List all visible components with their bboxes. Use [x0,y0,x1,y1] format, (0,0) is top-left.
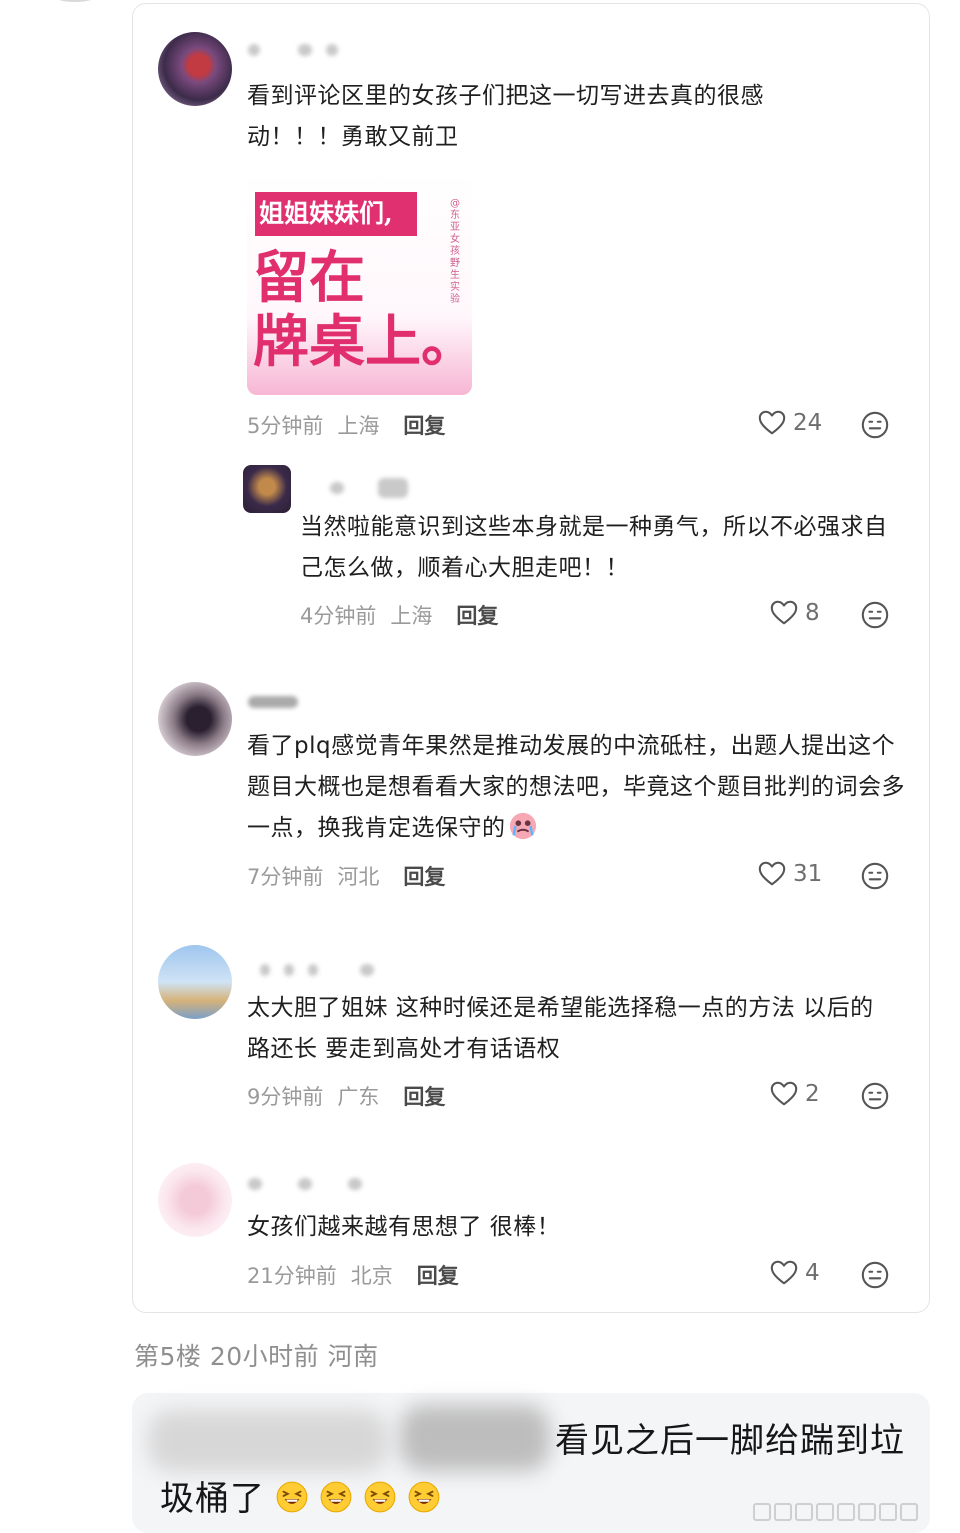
heart-icon [757,859,787,889]
comment-text: 看到评论区里的女孩子们把这一切写进去真的很感动！！！勇敢又前卫 [247,83,764,150]
emoji-face-icon[interactable] [860,1260,890,1290]
like-count: 8 [805,600,820,626]
decorative-blob [55,0,95,2]
comment-location: 广东 [337,1085,380,1109]
comment-location: 河北 [337,865,380,889]
comment-text: 太大胆了姐妹 这种时候还是希望能选择稳一点的方法 以后的路还长 要走到高处才有话… [247,995,874,1062]
avatar[interactable] [243,465,291,513]
emoji-face-icon[interactable] [860,861,890,891]
reply-button[interactable]: 回复 [403,861,445,891]
heart-icon [769,1079,799,1109]
comment-meta: 5分钟前 上海 回复 [247,410,445,440]
heart-icon [769,1258,799,1288]
image-headline-2: 牌桌上。 [253,309,472,375]
grinning-squint-emoji-icon [275,1480,309,1514]
username-blurred[interactable] [248,696,298,708]
comment-text-content: 看了plq感觉青年果然是推动发展的中流砥柱，出题人提出这个题目大概也是想看看大家… [247,733,905,841]
reply-button[interactable]: 回复 [403,410,445,440]
grinning-squint-emoji-icon [363,1480,397,1514]
like-button[interactable]: 4 [769,1258,820,1288]
like-count: 4 [805,1260,820,1286]
floor-label: 第5楼 20小时前 河南 [134,1342,379,1371]
username-blurred[interactable] [248,1178,362,1190]
crying-emoji-icon [509,812,536,840]
comment-time: 9分钟前 [247,1085,324,1109]
username-blurred[interactable] [260,964,374,976]
username-blurred[interactable] [248,44,338,56]
post-text: 看见之后一脚给踹到垃圾桶了 [160,1412,920,1528]
like-button[interactable]: 31 [757,859,822,889]
comment-time: 7分钟前 [247,865,324,889]
avatar[interactable] [158,32,232,106]
like-count: 31 [793,861,823,887]
avatar[interactable] [158,682,232,756]
emoji-face-icon[interactable] [860,410,890,440]
comment-text: 看了plq感觉青年果然是推动发展的中流砥柱，出题人提出这个题目大概也是想看看大家… [247,726,907,849]
heart-icon [769,598,799,628]
avatar[interactable] [158,1163,232,1237]
like-count: 24 [793,410,823,436]
comment-meta: 21分钟前 北京 回复 [247,1260,459,1290]
comment-image[interactable]: 姐姐妹妹们, 留在 牌桌上。 @东亚女孩野生实验 [247,172,472,395]
grinning-squint-emoji-icon [407,1480,441,1514]
like-button[interactable]: 24 [757,408,822,438]
comment-meta: 7分钟前 河北 回复 [247,861,445,891]
comment-location: 上海 [390,604,433,628]
image-headline-1: 留在 [253,245,365,311]
image-side-text: @东亚女孩野生实验 [450,198,460,305]
like-button[interactable]: 8 [769,598,820,628]
avatar[interactable] [158,945,232,1019]
image-band-text: 姐姐妹妹们, [255,192,417,236]
emoji-face-icon[interactable] [860,1081,890,1111]
grinning-squint-emoji-icon [319,1480,353,1514]
comment-time: 4分钟前 [300,604,377,628]
like-count: 2 [805,1081,820,1107]
comment-location: 北京 [350,1264,393,1288]
comment-time: 5分钟前 [247,414,324,438]
comment-text: 女孩们越来越有思想了 很棒！ [247,1214,561,1240]
reply-button[interactable]: 回复 [403,1081,445,1111]
comment-meta: 4分钟前 上海 回复 [300,600,498,630]
comment-text: 当然啦能意识到这些本身就是一种勇气，所以不必强求自己怎么做，顺着心大胆走吧！！ [300,514,888,581]
emoji-face-icon[interactable] [860,600,890,630]
reply-button[interactable]: 回复 [456,600,498,630]
reply-button[interactable]: 回复 [417,1260,459,1290]
comment-location: 上海 [337,414,380,438]
comment-time: 21分钟前 [247,1264,337,1288]
username-blurred[interactable] [330,478,408,498]
like-button[interactable]: 2 [769,1079,820,1109]
comment-meta: 9分钟前 广东 回复 [247,1081,445,1111]
post-text-content: 看见之后一脚给踹到垃圾桶了 [160,1421,905,1519]
heart-icon [757,408,787,438]
